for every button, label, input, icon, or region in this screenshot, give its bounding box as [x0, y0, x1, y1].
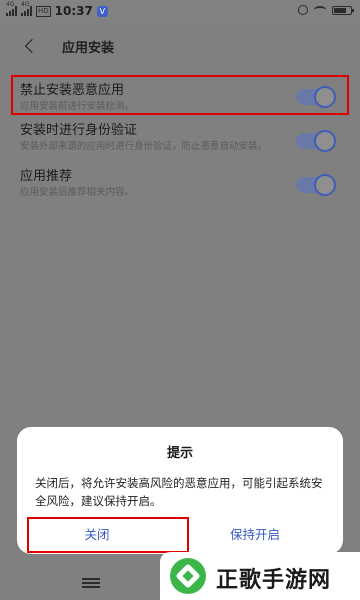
status-left: 4G 4G HD 10:37 V [6, 1, 108, 18]
toggle-knob [314, 174, 336, 196]
back-arrow-icon[interactable] [24, 38, 38, 54]
highlight-box [27, 517, 189, 553]
highlight-box [11, 75, 349, 115]
keep-enabled-button[interactable]: 保持开启 [185, 524, 325, 543]
setting-desc: 安装外部来源的应用时进行身份验证，防止恶意自动安装。 [20, 141, 268, 152]
signal-icon: 4G [21, 1, 32, 16]
signal-label: 4G [21, 1, 30, 8]
dialog-title: 提示 [166, 446, 193, 461]
signal-label: 4G [6, 1, 15, 8]
watermark-text: 正歌手游网 [216, 568, 332, 593]
setting-title: 应用推荐 [20, 169, 73, 184]
battery-fill [334, 7, 346, 13]
watermark-logo-icon [170, 558, 206, 594]
wifi-icon [314, 6, 326, 14]
toggle-switch[interactable] [296, 130, 336, 152]
watermark: 正歌手游网 [160, 552, 360, 600]
setting-title: 安装时进行身份验证 [20, 123, 138, 138]
setting-row-identity-verify[interactable]: 安装时进行身份验证 安装外部来源的应用时进行身份验证，防止恶意自动安装。 [20, 122, 340, 153]
setting-desc: 应用安装后推荐相关内容。 [20, 187, 135, 198]
menu-icon[interactable] [82, 578, 100, 588]
battery-icon [332, 5, 354, 15]
page-header: 应用安装 [0, 22, 360, 70]
status-right [298, 5, 354, 15]
toggle-switch[interactable] [296, 174, 336, 196]
toggle-knob [314, 130, 336, 152]
alarm-icon [298, 5, 308, 15]
status-bar: 4G 4G HD 10:37 V [0, 0, 360, 22]
hd-icon: HD [36, 5, 51, 17]
signal-icon: 4G [6, 1, 17, 16]
setting-row-app-recommend[interactable]: 应用推荐 应用安装后推荐相关内容。 [20, 168, 340, 199]
notification-badge-icon: V [96, 5, 108, 17]
dialog-message: 关闭后，将允许安装高风险的恶意应用，可能引起系统安全风险，建议保持开启。 [35, 476, 323, 508]
status-time: 10:37 [54, 4, 93, 18]
page-title: 应用安装 [62, 41, 115, 56]
